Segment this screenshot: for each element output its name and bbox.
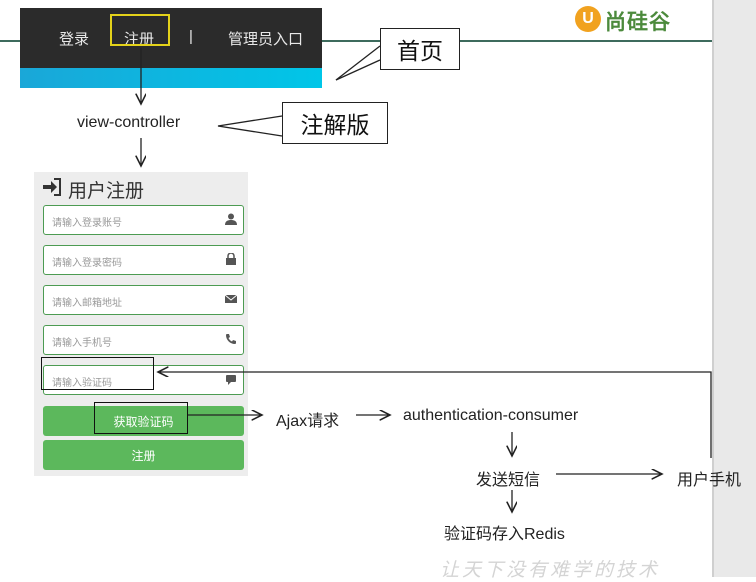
- callout-annotation-pointer: [217, 115, 283, 137]
- flow-connectors: [0, 45, 712, 577]
- watermark-slogan: 让天下没有难学的技术: [440, 560, 661, 581]
